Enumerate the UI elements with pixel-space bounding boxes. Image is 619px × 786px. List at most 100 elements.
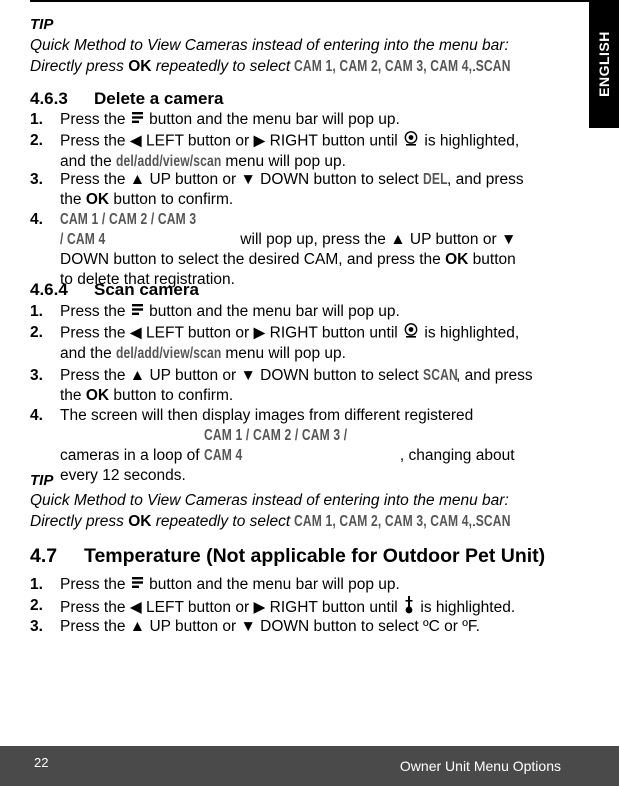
step-3: 3. Press the ▲ UP button or ▼ DOWN butto… <box>30 366 570 406</box>
step-text: the <box>60 387 86 404</box>
step-4: 4. CAM 1 / CAM 2 / CAM 3 / CAM 4 will po… <box>30 210 570 290</box>
step-text: Press the <box>60 171 130 188</box>
section-title: Temperature (Not applicable for Outdoor … <box>84 545 546 567</box>
lcd-cams: CAM 1 / CAM 2 / CAM 3 / CAM 4 <box>60 211 197 248</box>
tip-text: Directly press <box>30 513 129 530</box>
tip-title: TIP <box>30 472 54 489</box>
menu-icon <box>131 302 143 322</box>
step-text: UP button or <box>409 231 501 248</box>
section-number: 4.7 <box>30 545 58 567</box>
ok-key: OK <box>85 387 110 404</box>
down-arrow-icon: ▼ <box>500 231 517 248</box>
section-title: Scan camera <box>94 280 199 299</box>
right-arrow-icon: ▶ <box>253 132 266 150</box>
step-text: The screen will then display images from… <box>60 407 474 424</box>
step-text: Press the <box>60 324 130 342</box>
tip-line-2: Directly press OK repeatedly to select C… <box>30 58 511 76</box>
section-heading-4-7: 4.7 Temperature (Not applicable for Outdo… <box>30 545 545 568</box>
step-3: 3. Press the ▲ UP button or ▼ DOWN butto… <box>30 617 570 637</box>
step-text: menu will pop up. <box>221 345 346 362</box>
lcd-menu: del/add/view/scan <box>116 153 222 170</box>
menu-icon <box>131 110 143 130</box>
step-text: DOWN button to select <box>260 367 423 384</box>
page-number: 22 <box>34 755 49 770</box>
step-text: and the <box>60 153 117 170</box>
tip-line-1: Quick Method to View Cameras instead of … <box>30 492 509 509</box>
section-number: 4.6.3 <box>30 89 68 108</box>
step-text: RIGHT button until <box>269 324 403 342</box>
step-text: is highlighted, <box>420 324 520 342</box>
step-text: Press the <box>60 111 130 129</box>
step-text: UP button or <box>149 618 241 635</box>
lcd-modes: CAM 1, CAM 2, CAM 3, CAM 4, SCAN <box>294 58 512 75</box>
step-number: 1. <box>30 303 43 320</box>
left-arrow-icon: ◀ <box>129 599 142 617</box>
step-text: , changing about <box>399 447 515 464</box>
step-number: 3. <box>30 367 43 384</box>
step-text: RIGHT button until <box>269 132 403 150</box>
step-text: UP button or <box>149 367 241 384</box>
tip-text: Directly press <box>30 58 129 75</box>
section-number: 4.6.4 <box>30 280 68 299</box>
step-text: will pop up, press the <box>236 231 391 248</box>
up-arrow-icon: ▲ <box>129 618 146 635</box>
down-arrow-icon: ▼ <box>240 367 256 384</box>
section-heading-4-6-3: 4.6.3 Delete a camera <box>30 89 223 109</box>
step-2: 2. Press the ◀ LEFT button or ▶ RIGHT bu… <box>30 323 570 364</box>
step-text: Press the <box>60 367 130 384</box>
step-text: Press the <box>60 618 130 635</box>
left-arrow-icon: ◀ <box>129 324 142 342</box>
step-text: button to confirm. <box>109 191 234 208</box>
step-number: 4. <box>30 407 43 424</box>
step-text: the <box>60 191 86 208</box>
step-number: 2. <box>30 132 43 149</box>
step-2: 2. Press the ◀ LEFT button or ▶ RIGHT bu… <box>30 131 570 172</box>
up-arrow-icon: ▲ <box>129 367 146 384</box>
step-number: 2. <box>30 324 43 341</box>
step-text: every 12 seconds. <box>60 467 186 484</box>
lcd-modes: CAM 1, CAM 2, CAM 3, CAM 4, SCAN <box>294 513 512 530</box>
section-heading-4-6-4: 4.6.4 Scan camera <box>30 280 199 300</box>
step-number: 3. <box>30 618 43 635</box>
step-4: 4. The screen will then display images f… <box>30 406 570 486</box>
up-arrow-icon: ▲ <box>129 171 146 188</box>
section-title: Delete a camera <box>94 89 224 108</box>
top-rule <box>30 0 590 2</box>
step-text: RIGHT button until <box>269 599 403 617</box>
step-number: 2. <box>30 597 43 614</box>
step-text: menu will pop up. <box>221 153 346 170</box>
step-text: button and the menu bar will pop up. <box>144 303 400 321</box>
step-text: , and press <box>446 171 524 188</box>
camera-icon <box>404 323 418 344</box>
down-arrow-icon: ▼ <box>240 618 256 635</box>
lcd-selection: DEL <box>422 171 448 188</box>
step-text: LEFT button or <box>146 132 254 150</box>
ok-key: OK <box>85 191 110 208</box>
ok-key: OK <box>445 251 469 268</box>
ok-key: OK <box>128 513 152 530</box>
page-footer: 22 Owner Unit Menu Options <box>0 746 619 786</box>
down-arrow-icon: ▼ <box>240 171 256 188</box>
step-text: Press the <box>60 303 130 321</box>
step-1: 1. Press the button and the menu bar wil… <box>30 302 570 322</box>
step-3: 3. Press the ▲ UP button or ▼ DOWN butto… <box>30 170 570 210</box>
tip-text: repeatedly to select <box>151 513 295 530</box>
step-number: 3. <box>30 171 43 188</box>
step-number: 1. <box>30 576 43 593</box>
step-text: Press the <box>60 132 130 150</box>
step-text: button and the menu bar will pop up. <box>144 576 400 594</box>
right-arrow-icon: ▶ <box>253 599 266 617</box>
lcd-cams: CAM 1 / CAM 2 / CAM 3 / CAM 4 <box>203 427 348 464</box>
step-text: cameras in a loop of <box>60 447 204 464</box>
language-tab-label: ENGLISH <box>596 31 612 97</box>
step-text: button to confirm. <box>109 387 234 404</box>
step-text: button <box>468 251 516 268</box>
step-1: 1. Press the button and the menu bar wil… <box>30 110 570 130</box>
tip-line-1: Quick Method to View Cameras instead of … <box>30 37 509 54</box>
left-arrow-icon: ◀ <box>129 132 142 150</box>
tip-title: TIP <box>30 16 54 33</box>
step-text: Press the <box>60 576 130 594</box>
tip-line-2: Directly press OK repeatedly to select C… <box>30 513 511 531</box>
step-text: Press the <box>60 599 130 617</box>
step-text: DOWN button to select <box>260 171 423 188</box>
